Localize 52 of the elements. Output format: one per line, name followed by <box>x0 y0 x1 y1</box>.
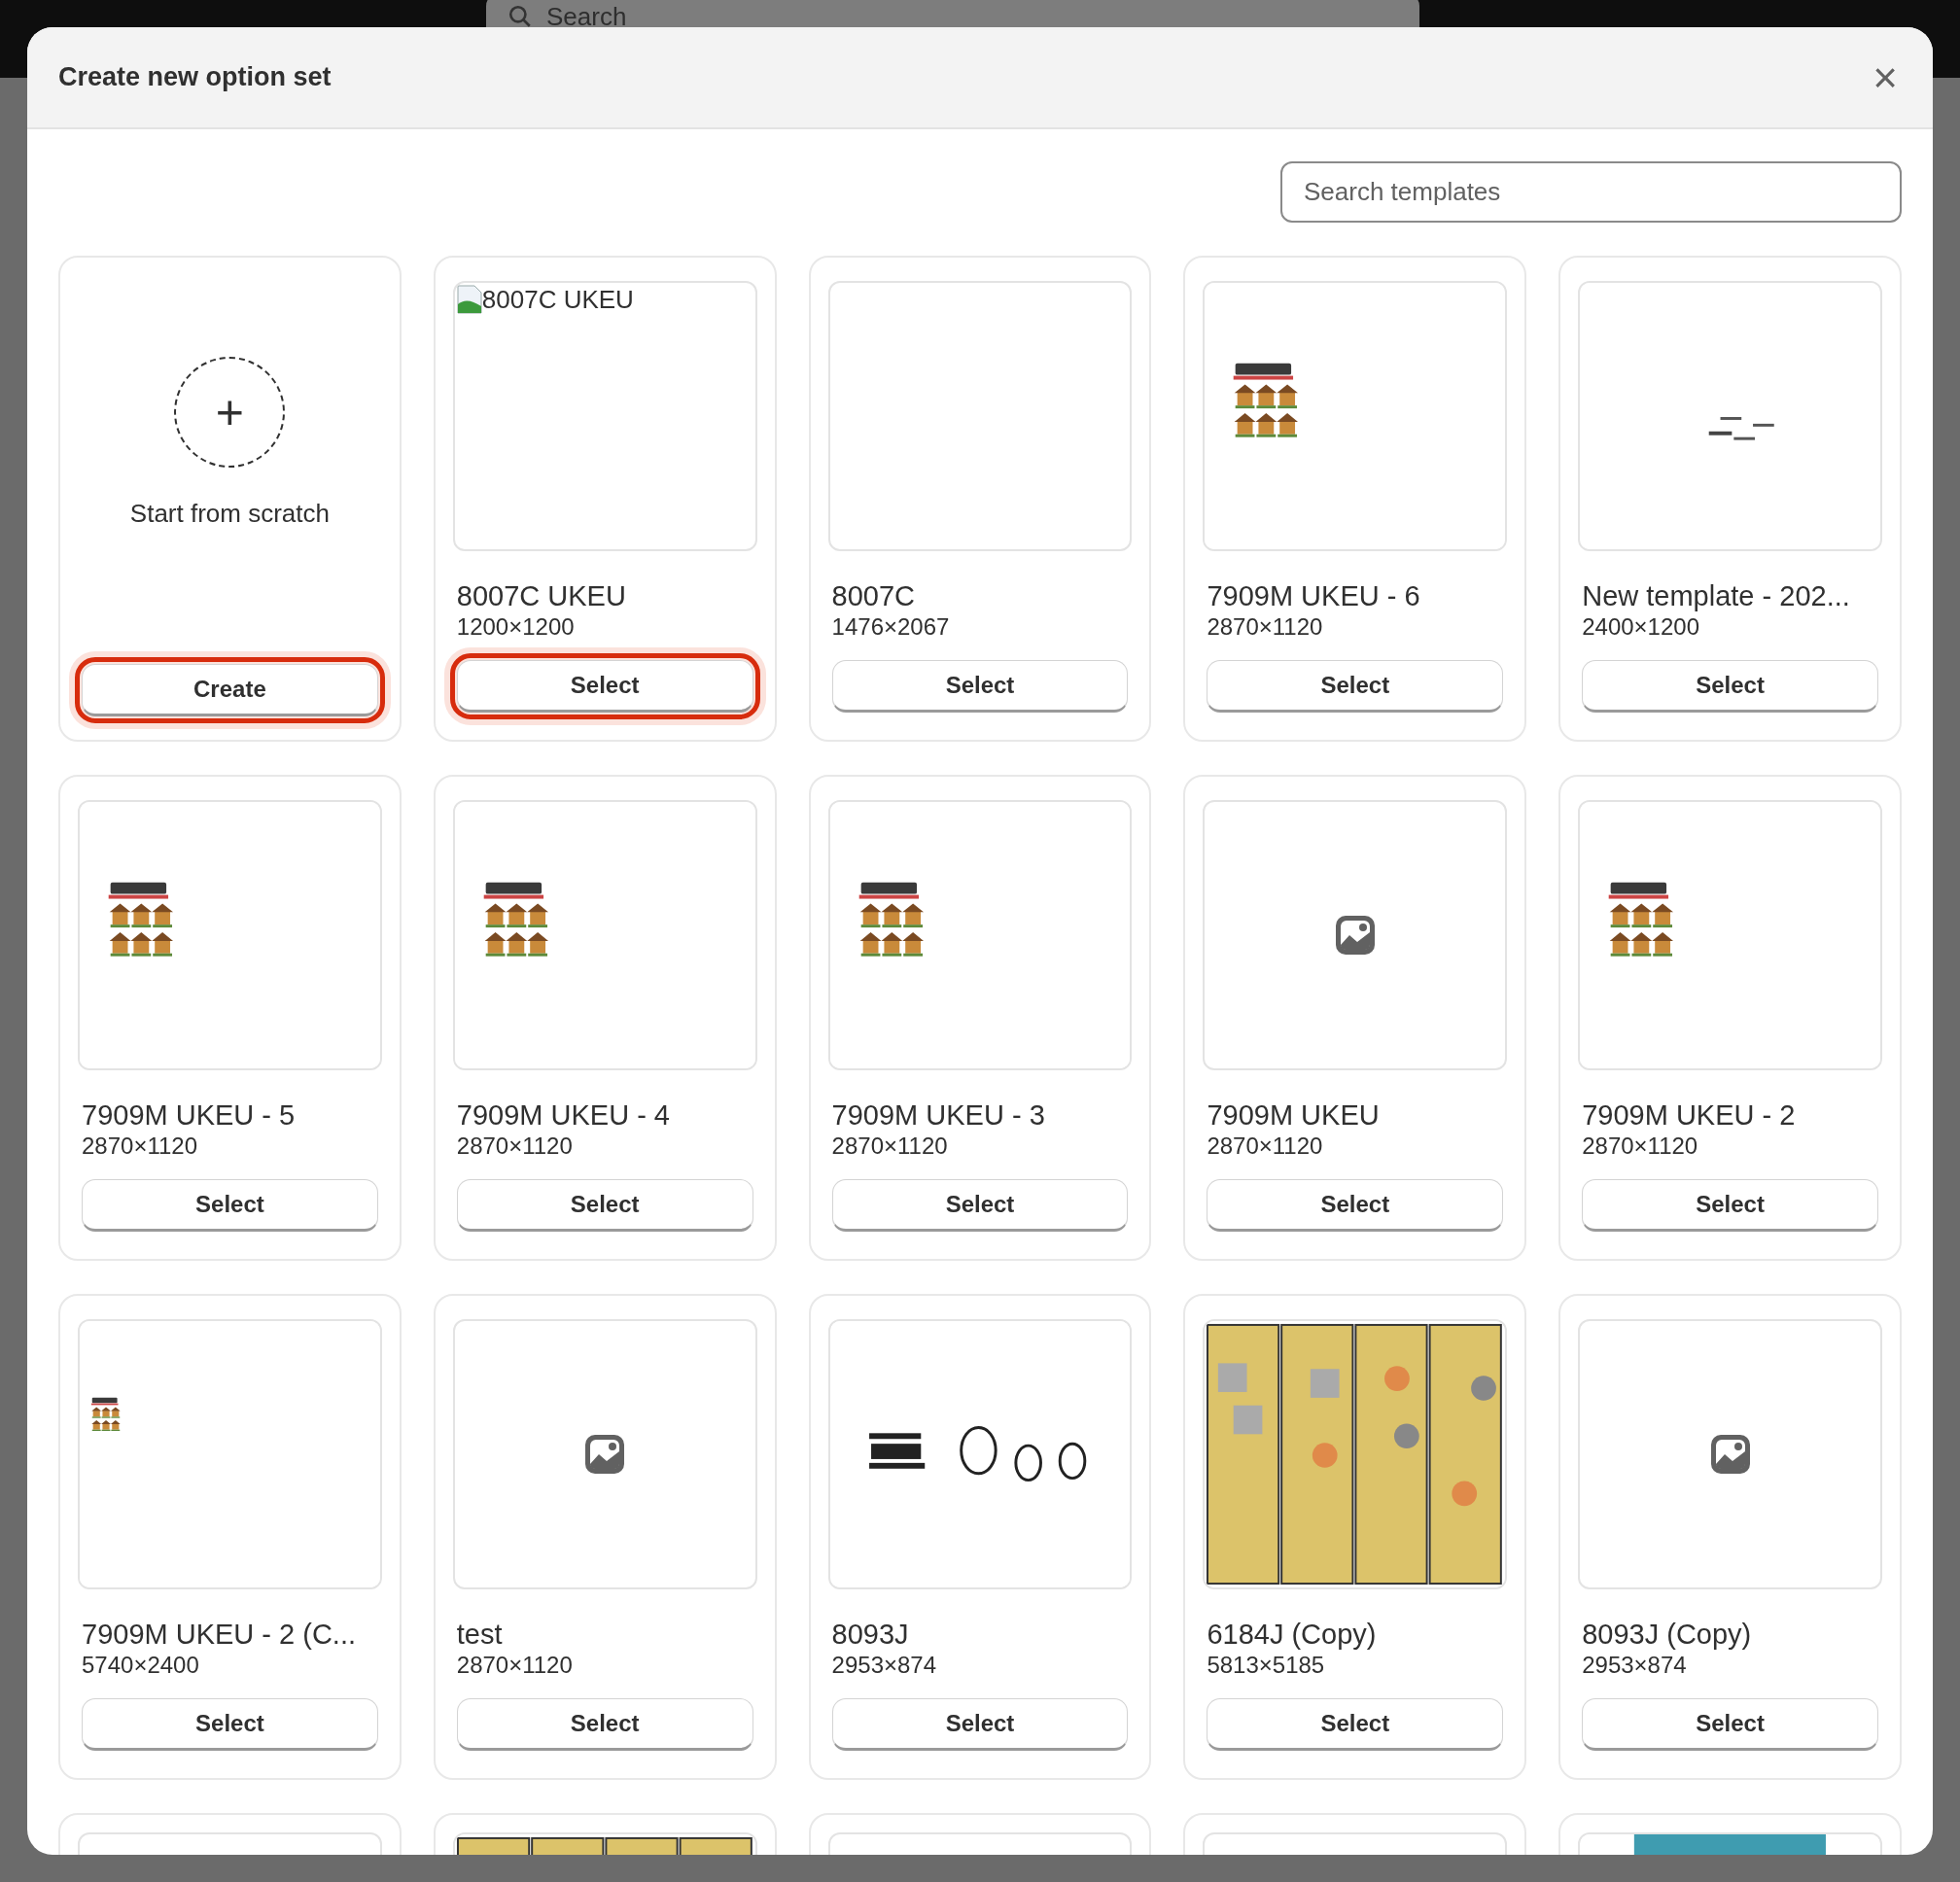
template-name: 7909M UKEU - 2 (C... <box>81 1618 358 1652</box>
template-name: 7909M UKEU <box>1206 1098 1381 1133</box>
select-button[interactable]: Select <box>831 660 1129 713</box>
close-button[interactable]: × <box>1872 55 1898 99</box>
select-button[interactable]: Select <box>1582 1179 1878 1232</box>
template-size: 1200×1200 <box>455 613 576 641</box>
scratch-label: Start from scratch <box>129 498 330 530</box>
search-placeholder: Search <box>546 0 627 33</box>
select-button[interactable]: Select <box>831 1179 1129 1232</box>
select-button[interactable]: Select <box>1207 660 1504 713</box>
template-size: 5813×5185 <box>1206 1652 1326 1679</box>
template-size: 2870×1120 <box>1581 1133 1699 1160</box>
template-name: 8007C <box>830 579 917 613</box>
select-button[interactable]: Select <box>1582 660 1878 713</box>
template-size: 2870×1120 <box>455 1133 574 1160</box>
select-button[interactable]: Select <box>82 1179 378 1232</box>
template-name: 7909M UKEU - 5 <box>81 1098 297 1133</box>
select-button[interactable]: Select <box>831 1698 1129 1751</box>
search-templates-field[interactable]: Search templates <box>1280 161 1902 223</box>
image-placeholder-icon <box>1710 1435 1750 1474</box>
search-icon <box>508 4 533 29</box>
image-alt-text: 8007C UKEU <box>481 285 634 314</box>
image-placeholder-icon <box>1335 916 1375 955</box>
template-name: 7909M UKEU - 2 <box>1581 1098 1797 1133</box>
template-size: 5740×2400 <box>81 1652 200 1679</box>
select-button[interactable]: Select <box>82 1698 378 1751</box>
template-name: New template - 202... <box>1581 579 1851 613</box>
select-button[interactable]: Select <box>456 1698 753 1751</box>
template-name: 7909M UKEU - 3 <box>830 1098 1046 1133</box>
template-size: 2870×1120 <box>1206 613 1324 641</box>
template-name: 6184J (Copy) <box>1206 1618 1378 1652</box>
template-name: 8093J (Copy) <box>1581 1618 1753 1652</box>
dialog-title: Create new option set <box>58 61 332 94</box>
select-button[interactable]: Select <box>1582 1698 1878 1751</box>
template-name: 8007C UKEU <box>455 579 627 613</box>
image-placeholder-icon <box>585 1435 625 1474</box>
template-size: 2870×1120 <box>455 1652 574 1679</box>
template-name: 7909M UKEU - 4 <box>455 1098 671 1133</box>
template-size: 2870×1120 <box>1206 1133 1324 1160</box>
select-button[interactable]: Select <box>1207 1179 1504 1232</box>
template-size: 2870×1120 <box>830 1133 949 1160</box>
template-size: 2953×874 <box>1581 1652 1688 1679</box>
template-name: 7909M UKEU - 6 <box>1206 579 1421 613</box>
broken-image-icon <box>456 285 482 314</box>
template-name: test <box>455 1618 504 1652</box>
template-size: 1476×2067 <box>830 613 951 641</box>
template-size: 2953×874 <box>830 1652 938 1679</box>
select-button[interactable]: Select <box>456 1179 753 1232</box>
template-name: 8093J <box>830 1618 910 1652</box>
template-size: 2870×1120 <box>81 1133 198 1160</box>
template-size: 2400×1200 <box>1581 613 1700 641</box>
select-button[interactable]: Select <box>1207 1698 1504 1751</box>
